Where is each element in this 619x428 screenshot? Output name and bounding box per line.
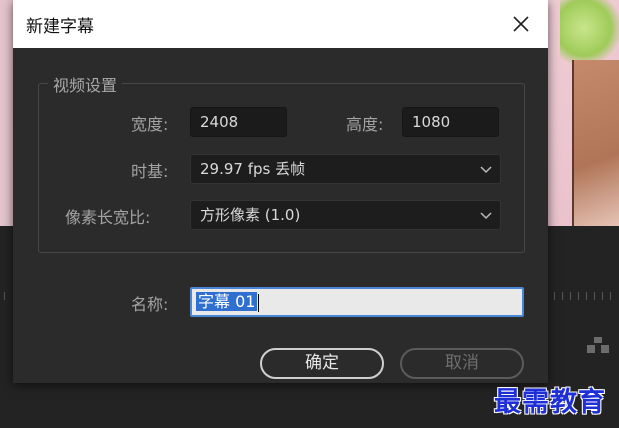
close-icon bbox=[513, 16, 529, 32]
new-caption-dialog: 新建字幕 视频设置 宽度: 2408 高度: 1080 时基: 29.97 fp… bbox=[13, 0, 548, 383]
ruler-tick bbox=[610, 292, 611, 300]
name-input-text: 字幕 01 bbox=[196, 292, 258, 311]
height-label: 高度: bbox=[346, 115, 384, 134]
ok-button[interactable]: 确定 bbox=[260, 348, 384, 379]
dialog-title: 新建字幕 bbox=[26, 17, 94, 37]
timebase-label: 时基: bbox=[131, 162, 169, 181]
ruler-tick bbox=[570, 292, 571, 300]
timebase-select[interactable]: 29.97 fps 丢帧 bbox=[190, 154, 501, 184]
ruler-tick bbox=[594, 292, 595, 300]
timebase-value: 29.97 fps 丢帧 bbox=[200, 160, 306, 178]
ruler-tick bbox=[602, 292, 603, 300]
name-label: 名称: bbox=[131, 295, 169, 314]
pixel-aspect-label: 像素长宽比: bbox=[65, 208, 151, 227]
pixel-aspect-value: 方形像素 (1.0) bbox=[200, 206, 301, 224]
ruler-tick bbox=[578, 292, 579, 300]
chevron-down-icon bbox=[480, 166, 492, 174]
width-label: 宽度: bbox=[131, 115, 169, 134]
name-input[interactable]: 字幕 01 bbox=[190, 287, 524, 317]
dialog-title-bar: 新建字幕 bbox=[13, 0, 548, 48]
cancel-button[interactable]: 取消 bbox=[400, 348, 524, 379]
ruler-tick bbox=[554, 292, 555, 300]
ruler-tick bbox=[4, 292, 5, 300]
close-button[interactable] bbox=[505, 8, 537, 40]
width-field[interactable]: 2408 bbox=[190, 107, 287, 137]
lift-extract-icon[interactable] bbox=[586, 336, 610, 354]
ruler-tick bbox=[562, 292, 563, 300]
artwork-figure bbox=[572, 60, 619, 226]
video-settings-title: 视频设置 bbox=[48, 72, 123, 96]
pixel-aspect-select[interactable]: 方形像素 (1.0) bbox=[190, 200, 501, 230]
chevron-down-icon bbox=[480, 212, 492, 220]
ruler-tick bbox=[586, 292, 587, 300]
artwork-edge bbox=[0, 0, 12, 226]
height-field[interactable]: 1080 bbox=[402, 107, 499, 137]
watermark-logo: 最需教育 bbox=[494, 387, 606, 418]
text-caret bbox=[258, 293, 260, 312]
